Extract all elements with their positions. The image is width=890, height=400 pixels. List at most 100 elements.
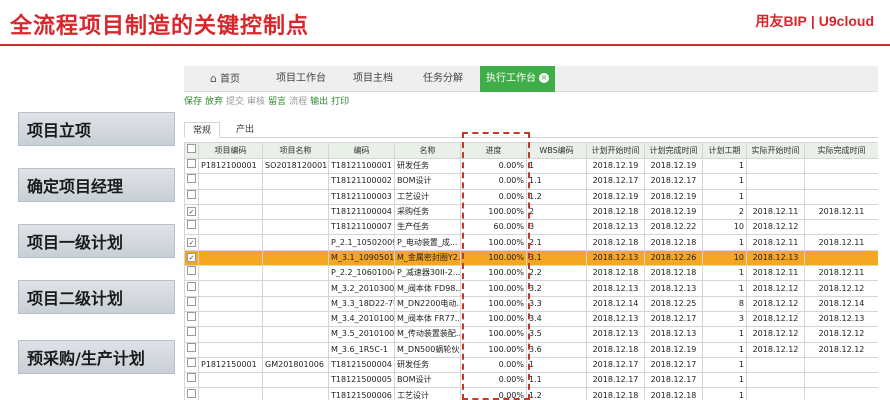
table-row[interactable]: M_3.5_2010100...M_传动装置装配...100.00%3.5201… (184, 326, 878, 343)
row-checkbox[interactable] (187, 220, 196, 230)
plan-end-cell: 2018.12.26 (644, 249, 703, 267)
row-checkbox[interactable] (187, 312, 196, 322)
plan-start-cell: 2018.12.13 (586, 219, 645, 236)
row-checkbox[interactable]: ✓ (187, 252, 196, 262)
column-header[interactable]: 实际完成时间 (804, 142, 878, 159)
project-code-cell (198, 265, 263, 282)
column-header[interactable]: 实际开始时间 (746, 142, 805, 159)
row-checkbox[interactable] (187, 281, 196, 291)
project-code-cell (198, 219, 263, 236)
toolbar-button[interactable]: 流程 (289, 94, 307, 107)
table-row[interactable]: T18121500006 工艺设计 0.00% 1.2 2018.12.18 2018.1… (184, 387, 878, 400)
tab-output[interactable]: 产出 (228, 122, 262, 138)
actual-end-cell (804, 173, 878, 190)
duration-cell: 1 (702, 356, 747, 374)
nav-project-master[interactable]: 项目主档 (353, 66, 393, 92)
toolbar-button[interactable]: 留言 (268, 94, 286, 107)
column-header[interactable]: 项目编码 (198, 142, 263, 159)
column-header[interactable]: 编码 (328, 142, 395, 159)
table-row[interactable]: M_3.4_2010100...M_阀本体 FR77...100.00%3.42… (184, 310, 878, 328)
home-icon: ⌂ (210, 72, 217, 85)
toolbar-button[interactable]: 提交 (226, 94, 244, 107)
brand-separator: | (810, 13, 815, 29)
nav-home[interactable]: ⌂ 首页 (210, 66, 240, 92)
nav-project-workbench[interactable]: 项目工作台 (276, 66, 326, 92)
project-name-cell (262, 173, 329, 190)
table-row[interactable]: T18121500005 BOM设计 0.00% 1.1 2018.12.17 2018.… (184, 372, 878, 389)
row-checkbox[interactable] (187, 297, 196, 306)
plan-end-cell: 2018.12.18 (644, 265, 703, 282)
close-icon[interactable]: × (539, 73, 549, 83)
table-row[interactable]: P1812100001 SO2018120001 T18121100001 研发任务 0… (184, 157, 878, 175)
wbs-cell: 1.2 (526, 387, 587, 400)
progress-cell: 100.00% (460, 310, 527, 328)
table-row[interactable]: P1812150001 GM201801006 T18121500004 研发任务 0.… (184, 356, 878, 374)
plan-end-cell: 2018.12.22 (644, 219, 703, 236)
table-row[interactable]: M_3.6_1R5C-1 M_DN500蜗轮伙... 100.00% 3.6 2018.… (184, 341, 878, 358)
row-checkbox[interactable] (187, 174, 196, 184)
toolbar-button[interactable]: 打印 (331, 94, 349, 107)
table-row[interactable]: ✓M_3.1_1090501...M_金属密封圈Y2...100.00%3.12… (184, 249, 878, 267)
row-checkbox[interactable] (187, 358, 196, 367)
select-all-checkbox[interactable] (187, 143, 196, 153)
row-checkbox[interactable] (187, 327, 196, 337)
table-row[interactable]: M_3.3_18D22-7U M_DN2200电动... 100.00% 3.3 201… (184, 295, 878, 312)
plan-start-cell: 2018.12.19 (586, 157, 645, 175)
toolbar-button[interactable]: 放弃 (205, 94, 223, 107)
column-header[interactable]: WBS编码 (526, 142, 587, 159)
actual-start-cell: 2018.12.12 (746, 295, 805, 312)
progress-cell: 100.00% (460, 341, 527, 358)
brand-right: U9cloud (818, 13, 874, 29)
column-header[interactable]: 计划完成时间 (644, 142, 703, 159)
step-procurement-plan: 预采购/生产计划 (18, 340, 175, 374)
plan-start-cell: 2018.12.18 (586, 203, 645, 221)
actual-end-cell (804, 387, 878, 400)
wbs-cell: 3.2 (526, 280, 587, 297)
row-checkbox[interactable]: ✓ (187, 207, 196, 217)
column-header[interactable]: 名称 (394, 142, 461, 159)
name-cell: 生产任务 (394, 219, 461, 236)
select-all-header[interactable] (184, 142, 199, 159)
column-header[interactable]: 计划开始时间 (586, 142, 645, 159)
column-header[interactable]: 计划工期 (702, 142, 747, 159)
project-code-cell (198, 203, 263, 221)
name-cell: M_阀本体 FR77... (394, 310, 461, 328)
row-checkbox[interactable] (187, 343, 196, 352)
table-row[interactable]: T18121100002 BOM设计 0.00% 1.1 2018.12.17 2018.… (184, 173, 878, 190)
project-code-cell: P1812100001 (198, 157, 263, 175)
toolbar-button[interactable]: 保存 (184, 94, 202, 107)
row-checkbox[interactable] (187, 388, 196, 398)
column-header[interactable]: 进度 (460, 142, 527, 159)
table-row[interactable]: P_2.2_10601004...P_减速器30II-2...100.00%2.… (184, 265, 878, 282)
tab-general[interactable]: 常规 (184, 122, 221, 138)
row-checkbox[interactable] (187, 159, 196, 169)
project-code-cell (198, 188, 263, 205)
row-checkbox[interactable] (187, 190, 196, 199)
project-code-cell (198, 387, 263, 400)
duration-cell: 1 (702, 372, 747, 389)
progress-cell: 0.00% (460, 173, 527, 190)
row-checkbox[interactable]: ✓ (187, 237, 196, 247)
table-row[interactable]: ✓ T18121100004 采购任务 100.00% 2 2018.12.18 2018.… (184, 203, 878, 221)
table-row[interactable]: M_3.2_2010300...M_阀本体 FD98...100.00%3.22… (184, 280, 878, 297)
nav-task-breakdown[interactable]: 任务分解 (423, 66, 463, 92)
toolbar-button[interactable]: 审核 (247, 94, 265, 107)
actual-start-cell: 2018.12.12 (746, 219, 805, 236)
row-checkbox[interactable] (187, 373, 196, 383)
column-header[interactable]: 项目名称 (262, 142, 329, 159)
table-row[interactable]: T18121100003 工艺设计 0.00% 1.2 2018.12.19 2018.1… (184, 188, 878, 205)
plan-end-cell: 2018.12.17 (644, 372, 703, 389)
toolbar-button[interactable]: 输出 (310, 94, 328, 107)
actual-start-cell: 2018.12.12 (746, 341, 805, 358)
table-row[interactable]: T18121100007 生产任务 60.00% 3 2018.12.13 2018.12… (184, 219, 878, 236)
row-checkbox[interactable] (187, 266, 196, 276)
row-select-cell (184, 326, 199, 343)
project-code-cell: P1812150001 (198, 356, 263, 374)
wbs-cell: 1 (526, 157, 587, 175)
wbs-cell: 3.1 (526, 249, 587, 267)
plan-end-cell: 2018.12.19 (644, 341, 703, 358)
table-row[interactable]: ✓P_2.1_10502009...P_电动装置_成...100.00%2.12… (184, 234, 878, 251)
code-cell: M_3.2_2010300... (328, 280, 395, 297)
row-select-cell (184, 387, 199, 400)
nav-execution-workbench[interactable]: 执行工作台 × (480, 66, 555, 92)
